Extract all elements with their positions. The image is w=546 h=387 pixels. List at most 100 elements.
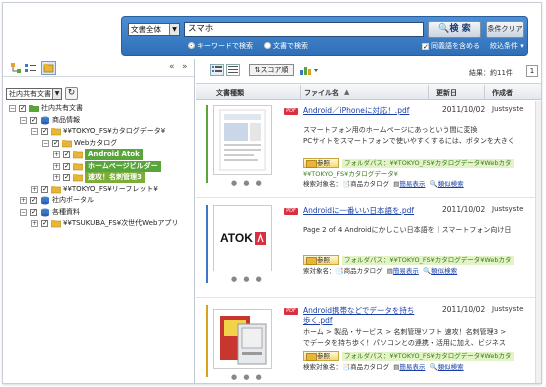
node-checkbox[interactable]: ✓ [30, 197, 37, 204]
collapse-icon[interactable]: « [169, 62, 175, 72]
tree-node[interactable]: + ✓ Android Atok [3, 149, 193, 161]
result-item[interactable]: ATOK ● ● ● PDF Androidに一番いい日本語を.pdf 2011/10/… [196, 201, 535, 298]
tree-node-label[interactable]: 商品情報 [52, 115, 80, 126]
col-author[interactable]: 作成者 [492, 88, 513, 98]
simple-view-link[interactable]: 簡易表示 [393, 267, 419, 275]
node-checkbox[interactable]: ✓ [41, 128, 48, 135]
tree-node[interactable]: + ✓ 速攻！名刺管理3 [3, 172, 193, 184]
node-checkbox[interactable]: ✓ [41, 185, 48, 193]
tree-node[interactable]: − ✓ 各種資料 [3, 207, 193, 219]
narrow-conditions-link[interactable]: 絞込条件 ▾ [490, 42, 524, 51]
tree-node-label[interactable]: ¥¥TOKYO_FS¥リーフレット¥ [63, 184, 158, 195]
expand-node-icon[interactable]: + [31, 220, 38, 227]
similar-search-link[interactable]: 類似検索 [438, 180, 464, 188]
page-number[interactable]: 1 [526, 65, 538, 77]
chart-menu-icon[interactable] [299, 64, 321, 76]
tree-node-label[interactable]: Webカタログ [74, 138, 117, 149]
expand-node-icon[interactable]: + [53, 151, 60, 158]
node-checkbox[interactable]: ✓ [52, 139, 59, 147]
collapse-node-icon[interactable]: − [9, 105, 16, 112]
reference-button[interactable]: 参照 [303, 255, 339, 265]
tree-node[interactable]: + ✓ 社内ポータル [3, 195, 193, 207]
snippet-line: Page 2 of 4 Androidにかしこい日本語を｜スマートフォン向け日 [303, 226, 512, 234]
result-item[interactable]: ● ● ● PDF Android携帯などでデータを持ち 歩く.pdf 2011/10/… [196, 301, 535, 383]
file-name-link[interactable]: Android／iPhoneに対応！.pdf [303, 105, 409, 116]
results-toolbar: ⇅スコア順 結果：約11件 1 [196, 59, 541, 77]
tree-node[interactable]: − ✓ 商品情報 [3, 115, 193, 127]
tree-node[interactable]: + ✓ ¥¥TSUKUBA_FS¥次世代Webアプリ [3, 218, 193, 230]
tree-node[interactable]: − ✓ ¥¥TOKYO_FS¥カタログデータ¥ [3, 126, 193, 138]
scope-select[interactable]: 文書全体 ▼ [128, 23, 180, 36]
simple-view-link[interactable]: 簡易表示 [399, 363, 425, 371]
tree-view-icon[interactable] [11, 63, 22, 74]
sort-score-button[interactable]: ⇅スコア順 [249, 64, 294, 76]
clear-conditions-button[interactable]: 条件クリア [486, 21, 524, 38]
expand-node-icon[interactable]: + [53, 162, 60, 170]
tree-node-label[interactable]: ¥¥TOKYO_FS¥カタログデータ¥ [63, 126, 165, 137]
collapse-node-icon[interactable]: − [42, 139, 49, 147]
node-checkbox[interactable]: ✓ [30, 116, 37, 124]
node-checkbox[interactable]: ✓ [41, 220, 48, 227]
tree-node[interactable]: + ✓ ¥¥TOKYO_FS¥リーフレット¥ [3, 184, 193, 196]
list-view-icon[interactable] [210, 64, 224, 76]
collapse-node-icon[interactable]: − [20, 208, 27, 216]
results-scrollbar[interactable] [535, 101, 541, 383]
list-tree-icon[interactable] [25, 63, 36, 74]
tree-node-label[interactable]: 社内共有文書 [41, 103, 83, 114]
reference-button[interactable]: 参照 [303, 351, 339, 361]
tree-node-label[interactable]: ¥¥TSUKUBA_FS¥次世代Webアプリ [63, 218, 178, 229]
document-thumbnail[interactable]: ATOK [213, 205, 272, 272]
node-checkbox[interactable]: ✓ [30, 208, 37, 216]
folder-icon [61, 139, 73, 147]
node-checkbox[interactable]: ✓ [19, 105, 26, 112]
col-file[interactable]: ファイル名 [304, 88, 339, 98]
page-dots[interactable]: ● ● ● [231, 373, 264, 381]
expand-node-icon[interactable]: + [31, 185, 38, 193]
search-button[interactable]: 🔍検 索 [428, 21, 481, 38]
folder-icon [72, 162, 84, 170]
file-name-link[interactable]: Androidに一番いい日本語を.pdf [303, 205, 414, 216]
col-updated[interactable]: 更新日 [436, 88, 457, 98]
node-checkbox[interactable]: ✓ [63, 174, 70, 181]
document-scope-select[interactable]: 社内共有文書 ▼ [6, 88, 62, 100]
synonyms-checkbox[interactable]: ✓ 同義語を含める [422, 42, 480, 51]
folder-icon [50, 127, 62, 136]
tree-node[interactable]: + ✓ ホームページビルダー [3, 160, 193, 173]
tree-node-label[interactable]: ホームページビルダー [85, 160, 161, 172]
tree-node-label[interactable]: 社内ポータル [52, 195, 94, 206]
detail-view-icon[interactable] [226, 64, 240, 76]
simple-view-link[interactable]: 簡易表示 [399, 180, 425, 188]
tree-node-label[interactable]: Android Atok [85, 149, 143, 160]
col-type[interactable]: 文書種類 [216, 88, 244, 98]
page-dots[interactable]: ● ● ● [231, 179, 264, 187]
tree-node[interactable]: − ✓ 社内共有文書 [3, 103, 193, 115]
folder-select-icon[interactable] [41, 61, 56, 75]
document-thumbnail[interactable] [213, 309, 272, 369]
similar-search-link[interactable]: 類似検索 [438, 363, 464, 371]
similar-search-link[interactable]: 類似検索 [431, 267, 457, 275]
sort-asc-icon: ▲ [344, 88, 350, 96]
file-name-link-cont[interactable]: 歩く.pdf [303, 315, 333, 326]
search-input[interactable]: スマホ [184, 22, 424, 37]
mode-document-radio[interactable]: 文書で検索 [264, 42, 308, 51]
catalog-icon: 📑 [335, 267, 344, 275]
collapse-node-icon[interactable]: − [20, 116, 27, 124]
app-window: 文書全体 ▼ スマホ 🔍検 索 条件クリア キーワードで検索 文書で検索 ✓ 同義語… [2, 2, 542, 384]
search-icon: 🔍 [438, 24, 450, 34]
mode-keyword-radio[interactable]: キーワードで検索 [188, 42, 253, 51]
expand-node-icon[interactable]: + [20, 197, 27, 204]
refresh-button[interactable]: ↻ [65, 87, 78, 100]
document-thumbnail[interactable] [213, 105, 272, 175]
collapse-node-icon[interactable]: − [31, 128, 38, 135]
reference-button[interactable]: 参照 [303, 158, 339, 168]
tree-node-label[interactable]: 各種資料 [52, 207, 80, 218]
tree-node[interactable]: − ✓ Webカタログ [3, 138, 193, 150]
expand-node-icon[interactable]: + [53, 174, 60, 181]
document-scope-value: 社内共有文書 [9, 90, 51, 98]
node-checkbox[interactable]: ✓ [63, 162, 70, 170]
page-dots[interactable]: ● ● ● [231, 275, 264, 283]
tree-node-label[interactable]: 速攻！名刺管理3 [85, 172, 145, 183]
node-checkbox[interactable]: ✓ [63, 151, 70, 158]
expand-icon[interactable]: » [182, 62, 188, 72]
result-item[interactable]: ● ● ● PDF Android／iPhoneに対応！.pdf 2011/10/02… [196, 101, 535, 198]
